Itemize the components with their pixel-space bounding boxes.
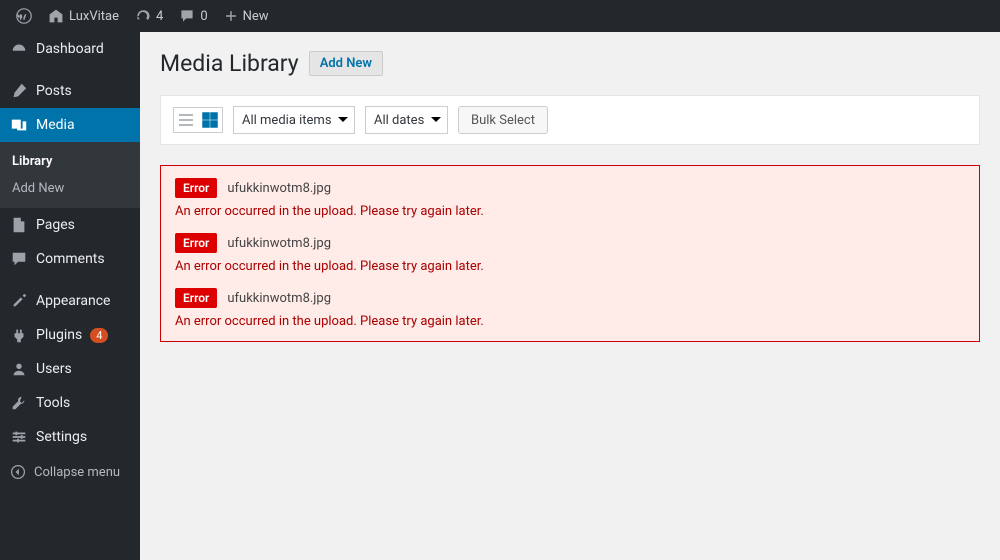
media-submenu: Library Add New (0, 142, 140, 208)
upload-errors: Error ufukkinwotm8.jpg An error occurred i… (160, 165, 980, 342)
sidebar-item-appearance[interactable]: Appearance (0, 284, 140, 318)
view-grid-button[interactable] (198, 108, 222, 132)
sidebar-item-plugins[interactable]: Plugins 4 (0, 318, 140, 352)
site-name: LuxVitae (69, 9, 119, 24)
error-row: Error ufukkinwotm8.jpg An error occurred i… (175, 233, 965, 274)
sidebar-item-label: Users (36, 361, 72, 377)
submenu-item-library[interactable]: Library (0, 148, 140, 175)
bulk-select-button[interactable]: Bulk Select (458, 106, 548, 134)
sidebar-item-comments[interactable]: Comments (0, 242, 140, 276)
sidebar-item-label: Media (36, 117, 75, 133)
view-switch (173, 107, 223, 133)
error-filename: ufukkinwotm8.jpg (227, 291, 331, 306)
updates-link[interactable]: 4 (127, 8, 171, 24)
new-label: New (243, 9, 269, 24)
sidebar-item-label: Plugins (36, 327, 82, 343)
error-message: An error occurred in the upload. Please … (175, 259, 965, 274)
sidebar-item-label: Settings (36, 429, 87, 445)
collapse-label: Collapse menu (34, 465, 120, 480)
sidebar-item-media[interactable]: Media (0, 108, 140, 142)
new-link[interactable]: New (216, 9, 277, 24)
sidebar-item-label: Posts (36, 83, 72, 99)
comments-link[interactable]: 0 (171, 8, 215, 24)
updates-count: 4 (156, 9, 163, 24)
sidebar-item-tools[interactable]: Tools (0, 386, 140, 420)
comments-count: 0 (200, 9, 207, 24)
sidebar-item-label: Dashboard (36, 41, 104, 57)
error-row: Error ufukkinwotm8.jpg An error occurred i… (175, 178, 965, 219)
filter-date-select[interactable]: All dates (365, 106, 448, 134)
error-badge: Error (175, 178, 217, 198)
admin-bar: LuxVitae 4 0 New (0, 0, 1000, 32)
filter-type-select[interactable]: All media items (233, 106, 355, 134)
error-row: Error ufukkinwotm8.jpg An error occurred i… (175, 288, 965, 329)
error-message: An error occurred in the upload. Please … (175, 204, 965, 219)
site-link[interactable]: LuxVitae (40, 8, 127, 24)
collapse-menu[interactable]: Collapse menu (0, 454, 140, 490)
error-filename: ufukkinwotm8.jpg (227, 236, 331, 251)
submenu-item-addnew[interactable]: Add New (0, 175, 140, 202)
error-message: An error occurred in the upload. Please … (175, 314, 965, 329)
page-title: Media Library (160, 50, 299, 77)
main-content: Media Library Add New All media items Al… (140, 32, 1000, 560)
sidebar-item-pages[interactable]: Pages (0, 208, 140, 242)
sidebar-item-dashboard[interactable]: Dashboard (0, 32, 140, 66)
admin-sidebar: Dashboard Posts Media Library Add New Pa… (0, 32, 140, 560)
sidebar-item-posts[interactable]: Posts (0, 74, 140, 108)
add-new-button[interactable]: Add New (309, 51, 383, 76)
view-list-button[interactable] (174, 108, 198, 132)
media-toolbar: All media items All dates Bulk Select (160, 95, 980, 145)
sidebar-item-label: Appearance (36, 293, 110, 309)
sidebar-item-label: Comments (36, 251, 105, 267)
sidebar-item-users[interactable]: Users (0, 352, 140, 386)
wp-logo[interactable] (8, 8, 40, 24)
error-filename: ufukkinwotm8.jpg (227, 181, 331, 196)
sidebar-item-label: Tools (36, 395, 70, 411)
sidebar-item-settings[interactable]: Settings (0, 420, 140, 454)
sidebar-item-label: Pages (36, 217, 75, 233)
plugins-count-badge: 4 (90, 328, 108, 343)
error-badge: Error (175, 288, 217, 308)
error-badge: Error (175, 233, 217, 253)
